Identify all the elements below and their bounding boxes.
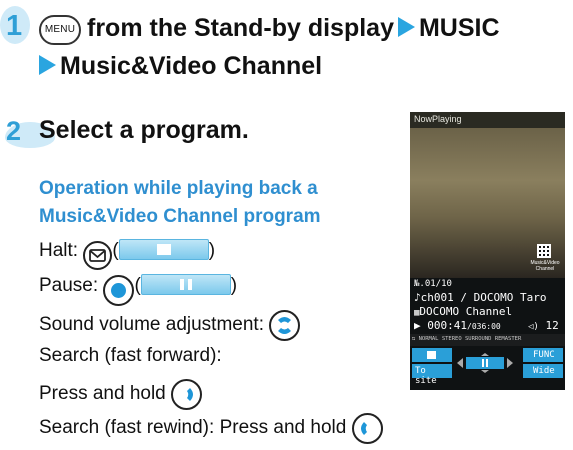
sound-mode-surround: SURROUND bbox=[465, 336, 492, 342]
step1-line1: MENU from the Stand-by display MUSIC bbox=[39, 14, 500, 45]
speaker-icon: ◁) bbox=[528, 322, 539, 332]
right-key-icon bbox=[171, 379, 203, 410]
softkey-to-site[interactable]: To site bbox=[412, 364, 452, 386]
channel-line-text: ch001 / DOCOMO Taro bbox=[420, 291, 547, 304]
left-key-icon bbox=[351, 413, 383, 444]
channel-logo-text: Music&Video Channel bbox=[528, 260, 562, 272]
softkey-to-site-label: To site bbox=[415, 366, 437, 386]
step1-text-c: Music&Video Channel bbox=[60, 52, 323, 80]
sound-mode-remaster: REMASTER bbox=[494, 336, 522, 342]
fast-rewind-row: Search (fast rewind): Press and hold bbox=[39, 413, 383, 444]
up-down-key-icon bbox=[269, 310, 301, 341]
channel-logo-icon bbox=[537, 244, 551, 258]
menu-key-icon: MENU bbox=[39, 14, 81, 45]
fast-forward-label: Search (fast forward): bbox=[39, 345, 222, 366]
center-control[interactable] bbox=[457, 353, 513, 373]
softkey-func-label: FUNC bbox=[533, 350, 555, 360]
phone-header-title: NowPlaying bbox=[414, 114, 462, 124]
pause-label: Pause: bbox=[39, 275, 99, 296]
pause-indicator-icon bbox=[140, 274, 231, 295]
arrow-right-icon bbox=[39, 55, 56, 75]
logo-line2: Channel bbox=[535, 266, 555, 272]
repeat-icon: ⇆ bbox=[412, 336, 416, 342]
track-number-value: 01/10 bbox=[424, 279, 452, 289]
softkey-func[interactable]: FUNC bbox=[523, 348, 563, 362]
time-current: 000:41 bbox=[427, 319, 467, 332]
track-number: №.01/10 bbox=[414, 279, 452, 289]
softkey-wide[interactable]: Wide bbox=[523, 364, 563, 378]
volume-indicator: ◁) 12 bbox=[528, 319, 559, 332]
step1-text-a: from the Stand-by display bbox=[87, 14, 394, 42]
halt-label: Halt: bbox=[39, 240, 79, 261]
softkey-wide-label: Wide bbox=[533, 366, 555, 376]
step1-text-b: MUSIC bbox=[418, 14, 500, 42]
program-line-text: DOCOMO Channel bbox=[419, 305, 513, 318]
operation-heading-line2: Music&Video Channel program bbox=[39, 206, 321, 227]
fast-rewind-label: Search (fast rewind): Press and hold bbox=[39, 417, 347, 438]
step2-title: Select a program. bbox=[39, 116, 249, 144]
step1-line2: Music&Video Channel bbox=[39, 52, 322, 81]
step-number-1: 1 bbox=[6, 10, 23, 42]
phone-screen: NowPlaying Music&Video Channel №.01/10 ♪… bbox=[410, 112, 565, 390]
operation-heading-line1: Operation while playing back a bbox=[39, 178, 318, 199]
volume-value: 12 bbox=[545, 319, 559, 332]
program-line: ▦DOCOMO Channel bbox=[414, 305, 513, 318]
time-row: ▶ 000:41/036:00 bbox=[414, 319, 501, 332]
stop-indicator-icon bbox=[118, 239, 209, 260]
mail-key-icon bbox=[83, 241, 113, 270]
time-total: /036:00 bbox=[467, 322, 501, 331]
fast-forward-row: Press and hold bbox=[39, 379, 203, 410]
softkey-stop[interactable] bbox=[412, 348, 452, 362]
center-key-icon bbox=[103, 275, 135, 306]
halt-row: Halt: () bbox=[39, 239, 215, 270]
sound-mode-normal: NORMAL bbox=[418, 336, 439, 342]
sound-mode-stereo: STEREO bbox=[441, 336, 462, 342]
pause-row: Pause: () bbox=[39, 274, 237, 306]
fast-forward-hold-label: Press and hold bbox=[39, 383, 166, 404]
arrow-right-icon bbox=[397, 17, 415, 37]
volume-label: Sound volume adjustment: bbox=[39, 314, 264, 335]
sound-modes: ⇆ NORMAL STEREO SURROUND REMASTER bbox=[412, 336, 521, 342]
step-number-2: 2 bbox=[6, 116, 22, 146]
channel-line: ♪ch001 / DOCOMO Taro bbox=[414, 291, 547, 304]
volume-row: Sound volume adjustment: bbox=[39, 310, 301, 341]
menu-key-label: MENU bbox=[44, 24, 76, 35]
